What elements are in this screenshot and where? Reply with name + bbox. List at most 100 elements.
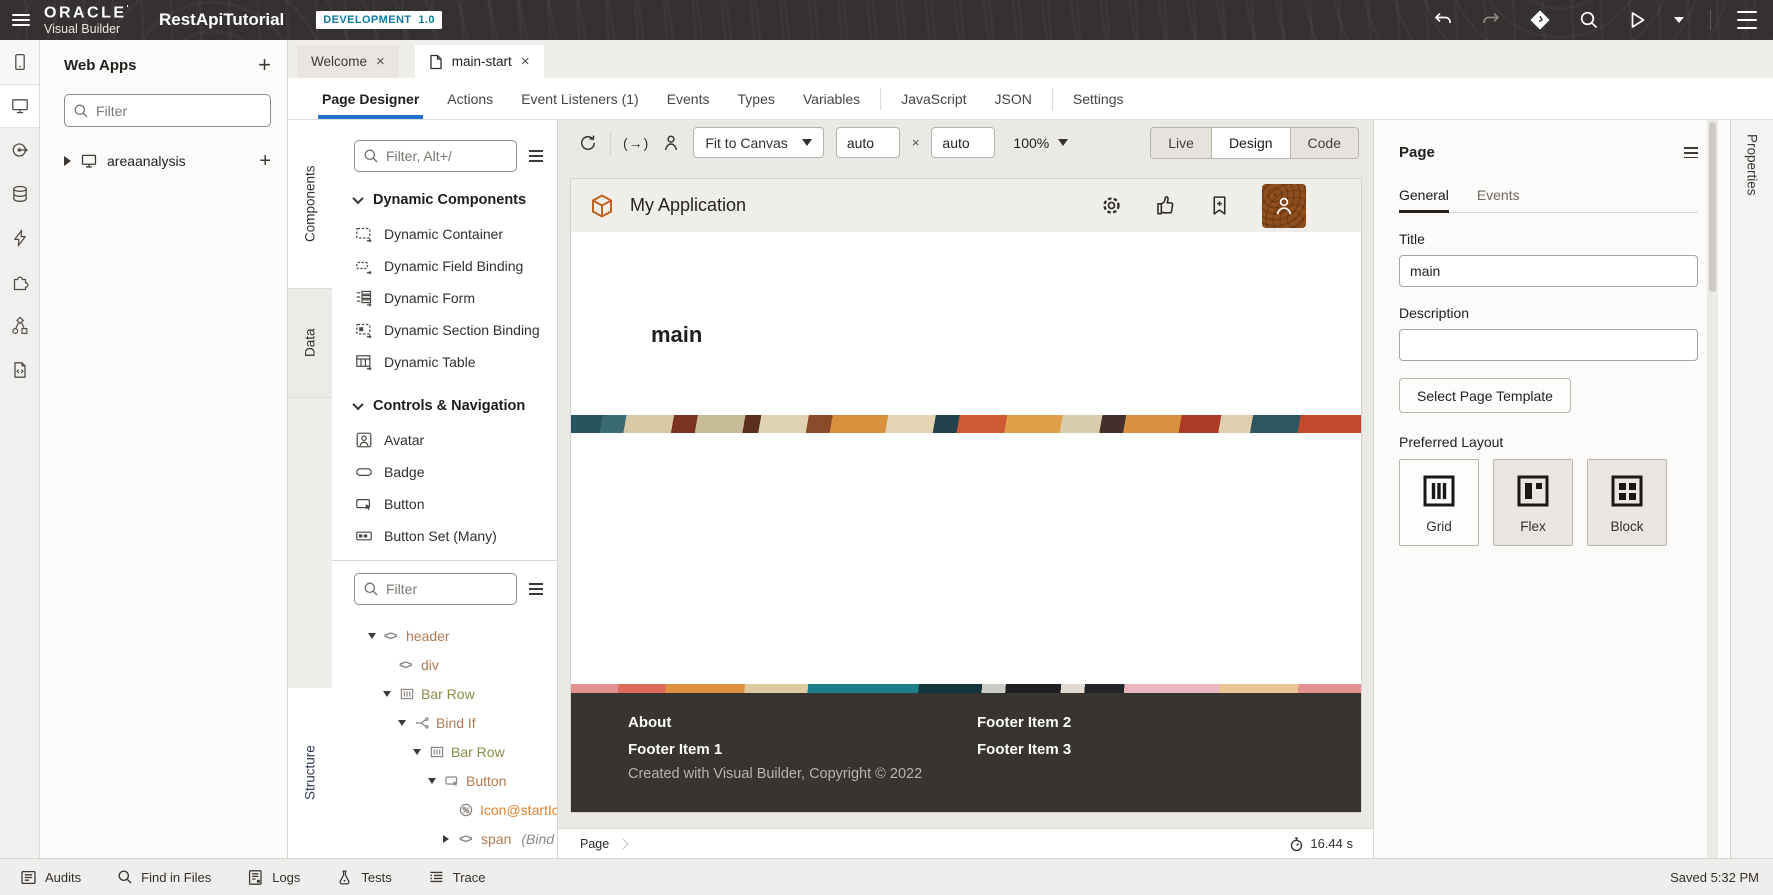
rail-components[interactable]: [0, 260, 39, 304]
layout-block-button[interactable]: Block: [1587, 459, 1667, 546]
expand-caret-icon[interactable]: [443, 835, 449, 843]
page-frame[interactable]: My Application: [571, 179, 1361, 812]
tree-node-icon-start[interactable]: Icon@startIcon: [354, 795, 557, 824]
mode-live-button[interactable]: Live: [1151, 128, 1211, 158]
rail-processes[interactable]: [0, 304, 39, 348]
canvas-height-input[interactable]: [942, 135, 984, 151]
component-button[interactable]: Button: [354, 488, 543, 520]
section-dynamic-components[interactable]: Dynamic Components: [354, 192, 543, 208]
collapse-caret-icon[interactable]: [413, 749, 421, 755]
fit-to-canvas-dropdown[interactable]: Fit to Canvas: [693, 127, 823, 158]
search-icon[interactable]: [1578, 9, 1600, 31]
bookmark-add-icon[interactable]: [1208, 194, 1231, 217]
close-icon[interactable]: ×: [521, 53, 530, 70]
mode-code-button[interactable]: Code: [1290, 128, 1358, 158]
collapse-caret-icon[interactable]: [383, 691, 391, 697]
nav-json[interactable]: JSON: [981, 78, 1046, 119]
collapse-caret-icon[interactable]: [398, 720, 406, 726]
component-dynamic-table[interactable]: Dynamic Table: [354, 346, 543, 378]
live-sync-icon[interactable]: (→): [623, 135, 649, 151]
web-app-name[interactable]: areaanalysis: [107, 153, 250, 169]
nav-variables[interactable]: Variables: [789, 78, 874, 119]
footer-link-item1[interactable]: Footer Item 1: [628, 741, 977, 758]
select-page-template-button[interactable]: Select Page Template: [1399, 378, 1571, 413]
redo-icon[interactable]: [1480, 9, 1502, 31]
nav-page-designer[interactable]: Page Designer: [308, 78, 433, 119]
tree-node-header[interactable]: <> header: [354, 621, 557, 650]
create-web-app-button[interactable]: +: [258, 54, 271, 76]
zoom-dropdown[interactable]: 100%: [1013, 135, 1068, 151]
find-in-files-button[interactable]: Find in Files: [117, 869, 211, 885]
canvas-width-input[interactable]: [847, 135, 889, 151]
tab-data[interactable]: Data: [288, 288, 332, 398]
rail-source[interactable]: [0, 348, 39, 392]
description-field[interactable]: [1399, 329, 1698, 361]
properties-rail-label[interactable]: Properties: [1745, 134, 1760, 196]
main-menu-icon[interactable]: [12, 11, 30, 29]
tab-structure[interactable]: Structure: [288, 688, 332, 858]
undo-icon[interactable]: [1432, 9, 1454, 31]
tab-welcome[interactable]: Welcome ×: [297, 45, 399, 78]
nav-javascript[interactable]: JavaScript: [887, 78, 980, 119]
page-heading[interactable]: main: [651, 322, 1361, 348]
diagnostics-diamond-icon[interactable]: [1528, 8, 1552, 32]
footer-link-about[interactable]: About: [628, 714, 977, 731]
thumbs-up-icon[interactable]: [1154, 194, 1177, 217]
rail-business-objects[interactable]: [0, 172, 39, 216]
user-avatar[interactable]: [1262, 184, 1306, 228]
mode-design-button[interactable]: Design: [1211, 128, 1290, 158]
settings-gear-icon[interactable]: [1100, 194, 1123, 217]
component-dynamic-container[interactable]: Dynamic Container: [354, 218, 543, 250]
tree-node-bar-row-2[interactable]: Bar Row: [354, 737, 557, 766]
run-play-icon[interactable]: [1626, 9, 1648, 31]
component-avatar[interactable]: Avatar: [354, 424, 543, 456]
structure-menu-icon[interactable]: [529, 580, 543, 597]
tree-node-bind-if[interactable]: Bind If: [354, 708, 557, 737]
collapse-caret-icon[interactable]: [368, 633, 376, 639]
tests-button[interactable]: Tests: [336, 869, 391, 886]
layout-grid-button[interactable]: Grid: [1399, 459, 1479, 546]
rail-web-apps[interactable]: [0, 84, 39, 128]
rail-mobile-apps[interactable]: [0, 40, 39, 84]
nav-actions[interactable]: Actions: [433, 78, 507, 119]
nav-settings[interactable]: Settings: [1059, 78, 1138, 119]
overflow-menu-icon[interactable]: [1737, 8, 1757, 32]
rail-actions[interactable]: [0, 216, 39, 260]
nav-events[interactable]: Events: [653, 78, 724, 119]
section-controls-navigation[interactable]: Controls & Navigation: [354, 398, 543, 414]
design-viewport[interactable]: My Application: [558, 165, 1373, 828]
logs-button[interactable]: Logs: [247, 869, 300, 886]
tree-node-bar-row[interactable]: Bar Row: [354, 679, 557, 708]
page-content-body[interactable]: [571, 433, 1361, 684]
audits-button[interactable]: Audits: [20, 869, 81, 886]
collapse-caret-icon[interactable]: [428, 778, 436, 784]
structure-filter-input[interactable]: [386, 581, 508, 597]
add-page-button[interactable]: +: [259, 151, 271, 171]
component-dynamic-field-binding[interactable]: Dynamic Field Binding: [354, 250, 543, 282]
nav-event-listeners[interactable]: Event Listeners (1): [507, 78, 653, 119]
page-content-top[interactable]: main: [571, 232, 1361, 415]
tree-node-div[interactable]: <> div: [354, 650, 557, 679]
tab-general[interactable]: General: [1399, 187, 1449, 212]
breadcrumb[interactable]: Page: [580, 837, 609, 851]
footer-link-item2[interactable]: Footer Item 2: [977, 714, 1277, 731]
expand-caret-icon[interactable]: [64, 156, 71, 166]
rail-service-connections[interactable]: [0, 128, 39, 172]
component-button-set[interactable]: Button Set (Many): [354, 520, 543, 552]
tree-node-span[interactable]: <> span (Bind: [354, 824, 557, 853]
trace-button[interactable]: Trace: [428, 869, 486, 886]
components-menu-icon[interactable]: [529, 147, 543, 164]
close-icon[interactable]: ×: [376, 53, 385, 70]
components-filter-input[interactable]: [386, 148, 508, 164]
component-badge[interactable]: Badge: [354, 456, 543, 488]
component-dynamic-section-binding[interactable]: Dynamic Section Binding: [354, 314, 543, 346]
app-header[interactable]: My Application: [571, 179, 1361, 232]
tree-node-button[interactable]: Button: [354, 766, 557, 795]
tab-main-start[interactable]: main-start ×: [415, 45, 544, 78]
run-options-caret-icon[interactable]: [1674, 17, 1684, 23]
web-apps-filter-input[interactable]: [96, 103, 262, 119]
title-field[interactable]: [1399, 255, 1698, 287]
reload-icon[interactable]: [578, 133, 598, 153]
web-app-tree-item[interactable]: areaanalysis +: [64, 151, 271, 171]
footer-link-item3[interactable]: Footer Item 3: [977, 741, 1277, 758]
